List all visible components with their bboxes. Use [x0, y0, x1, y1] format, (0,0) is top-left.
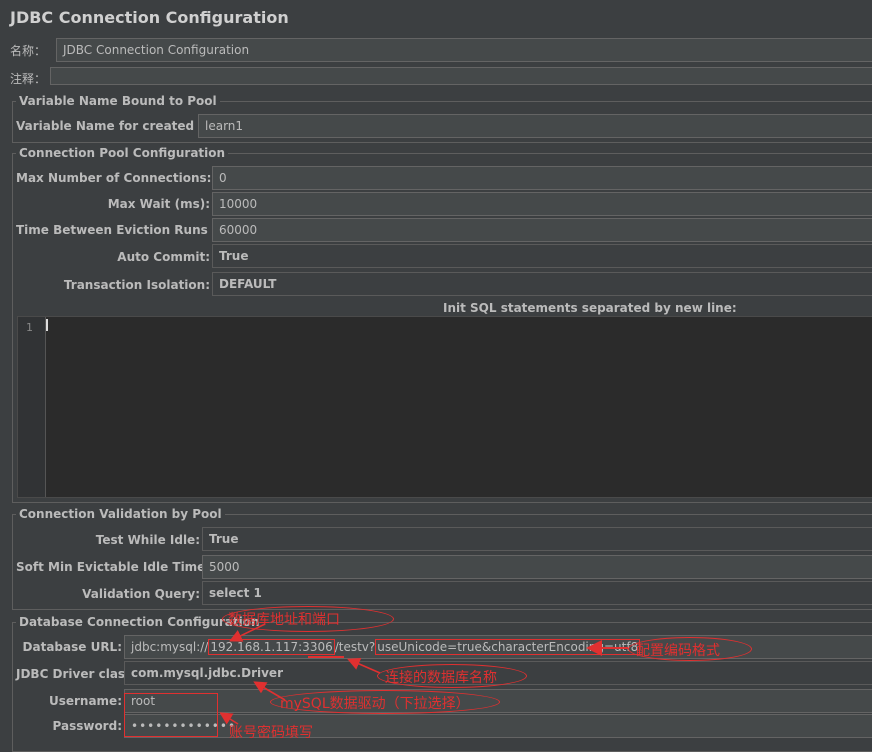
url-host: 192.168.1.117:3306 — [208, 639, 335, 655]
isolation-label: Transaction Isolation: — [63, 278, 210, 292]
soft-min-input[interactable]: 5000 — [202, 555, 872, 579]
account-highlight-box — [124, 693, 218, 737]
isolation-select[interactable]: DEFAULT — [212, 272, 872, 296]
page-title: JDBC Connection Configuration — [10, 8, 289, 27]
username-label: Username: — [48, 694, 122, 708]
driver-note: mySQL数据驱动（下拉选择） — [280, 696, 470, 712]
url-db: testv? — [338, 640, 376, 654]
validation-legend: Connection Validation by Pool — [16, 507, 225, 521]
validation-query-label: Validation Query: — [82, 587, 200, 601]
url-prefix: jdbc:mysql:// — [131, 640, 209, 654]
dbname-note: 连接的数据库名称 — [385, 670, 497, 686]
eviction-input[interactable]: 60000 — [212, 218, 872, 242]
test-idle-label: Test While Idle: — [95, 533, 200, 547]
url-params: useUnicode=true&characterEncoding=utf8 — [375, 639, 641, 655]
text-cursor — [46, 319, 48, 331]
test-idle-select[interactable]: True — [202, 527, 872, 551]
database-url-label: Database URL: — [22, 640, 122, 654]
max-wait-input[interactable]: 10000 — [212, 192, 872, 216]
pool-binding-legend: Variable Name Bound to Pool — [16, 94, 220, 108]
max-connections-label: Max Number of Connections: — [16, 171, 212, 185]
password-label: Password: — [52, 719, 123, 733]
host-note: 数据库地址和端口 — [228, 612, 340, 628]
line-number: 1 — [26, 321, 33, 334]
encoding-note: 配置编码格式 — [636, 643, 720, 659]
database-url-input[interactable]: jdbc:mysql://192.168.1.117:3306/testv? us… — [124, 635, 872, 659]
comment-input[interactable] — [50, 67, 872, 85]
driver-class-label: JDBC Driver class: — [16, 667, 138, 681]
init-sql-label: Init SQL statements separated by new lin… — [443, 301, 737, 315]
comment-label: 注释： — [10, 72, 47, 86]
max-wait-label: Max Wait (ms): — [107, 197, 210, 211]
auto-commit-label: Auto Commit: — [117, 250, 210, 264]
pool-config-legend: Connection Pool Configuration — [16, 146, 229, 160]
pool-variable-input[interactable]: learn1 — [198, 114, 872, 138]
init-sql-editor[interactable]: 1 — [17, 316, 872, 498]
name-label: 名称： — [10, 44, 47, 58]
validation-query-select[interactable]: select 1 — [202, 581, 872, 605]
dbname-underline — [308, 655, 344, 658]
max-connections-input[interactable]: 0 — [212, 166, 872, 190]
eviction-label: Time Between Eviction Runs (ms): — [16, 223, 248, 237]
account-note: 账号密码填写 — [229, 725, 313, 741]
auto-commit-select[interactable]: True — [212, 244, 872, 268]
soft-min-label: Soft Min Evictable Idle Time(ms): — [16, 560, 241, 574]
name-input[interactable]: JDBC Connection Configuration — [56, 38, 872, 62]
line-gutter: 1 — [18, 317, 46, 497]
